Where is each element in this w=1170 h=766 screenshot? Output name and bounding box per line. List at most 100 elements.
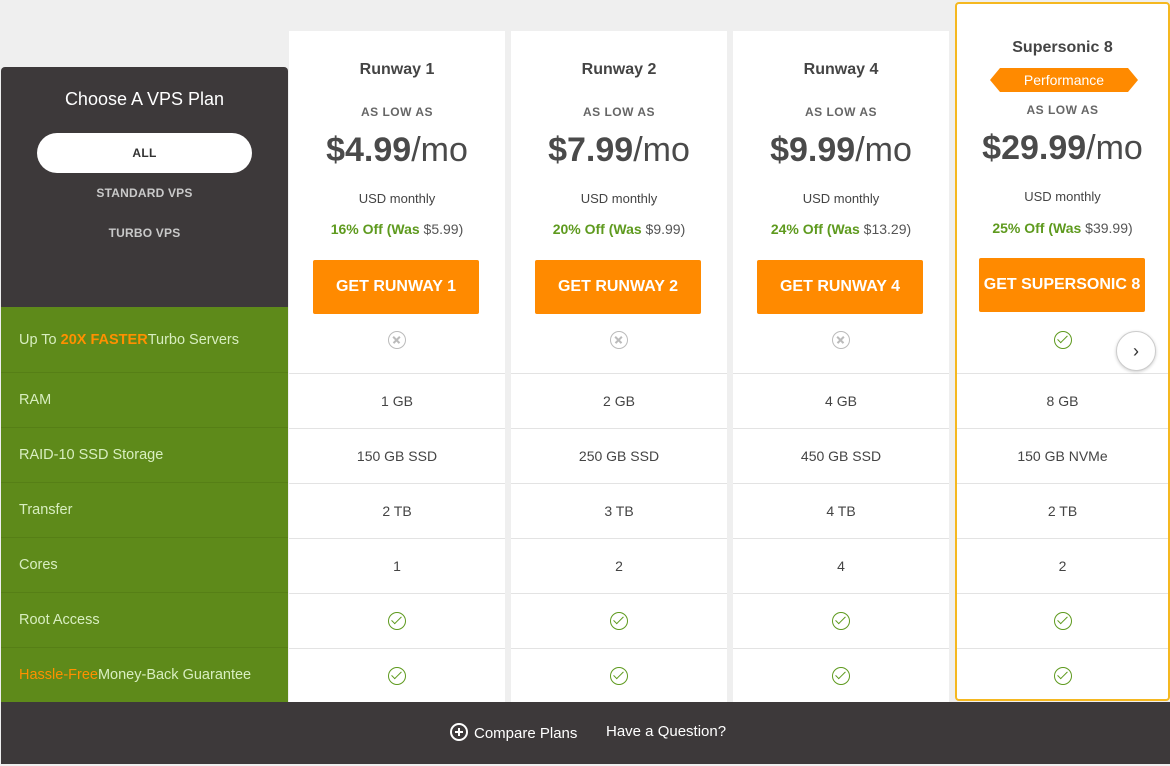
check-icon [1053,331,1072,349]
price-amount: $9.99 [770,131,856,169]
cell-cores: 1 [289,538,505,593]
feature-turbo: Up To 20X FASTER Turbo Servers [1,307,288,373]
plus-circle-icon [450,723,468,741]
vps-pricing-table: Choose A VPS Plan ALL STANDARD VPS TURBO… [0,0,1170,766]
get-plan-button[interactable]: GET RUNWAY 2 [535,260,701,314]
check-icon [388,667,406,685]
plan-column: Runway 2 AS LOW AS $7.99/mo USD monthly 20% … [511,31,727,702]
cell-transfer: 4 TB [733,483,949,538]
have-a-question-link[interactable]: Have a Question? [606,723,726,740]
discount-text: 25% Off (Was $39.99) [957,220,1168,236]
as-low-as-label: AS LOW AS [804,105,878,119]
plan-name: Runway 2 [581,61,657,78]
check-icon [832,667,850,685]
feature-text: Money-Back Guarantee [97,667,252,683]
price-amount: $7.99 [548,131,634,169]
discount-label: 25% Off (Was [992,220,1082,236]
check-icon [1053,667,1072,685]
discount-label: 24% Off (Was [770,221,860,237]
billing-note: USD monthly [358,191,436,206]
billing-note: USD monthly [802,191,880,206]
filter-all-button[interactable]: ALL [37,133,252,173]
compare-plans-label: Compare Plans [474,725,578,742]
feature-ram: RAM [1,373,288,428]
performance-badge: Performance [990,68,1138,92]
feature-text: Turbo Servers [147,331,240,348]
price-amount: $4.99 [326,131,412,169]
cell-storage: 150 GB NVMe [957,428,1168,483]
cell-cores: 2 [957,538,1168,593]
feature-highlight: 20X FASTER [60,331,148,348]
filter-standard-vps[interactable]: STANDARD VPS [1,186,288,200]
price-period: /mo [855,131,912,169]
cell-root-access [289,593,505,648]
cell-guarantee [957,648,1168,703]
plan-filter-panel: Choose A VPS Plan ALL STANDARD VPS TURBO… [1,67,288,307]
price-amount: $29.99 [982,129,1087,167]
cell-guarantee [733,648,949,703]
feature-text: Up To [19,331,57,348]
get-plan-button[interactable]: GET SUPERSONIC 8 [979,258,1145,312]
feature-storage: RAID-10 SSD Storage [1,428,288,483]
cell-storage: 450 GB SSD [733,428,949,483]
cell-root-access [957,593,1168,648]
cell-turbo [511,307,727,373]
plan-price: $29.99/mo [957,129,1168,168]
get-plan-button[interactable]: GET RUNWAY 4 [757,260,923,314]
check-icon [610,667,628,685]
plan-price: $4.99/mo [289,131,505,170]
x-icon [610,331,628,349]
plan-price: $9.99/mo [733,131,949,170]
discount-text: 20% Off (Was $9.99) [511,221,727,237]
discount-text: 24% Off (Was $13.29) [733,221,949,237]
panel-title: Choose A VPS Plan [64,89,225,109]
was-price: $39.99) [1081,220,1133,236]
compare-plans-link[interactable]: Compare Plans [450,723,577,742]
discount-label: 20% Off (Was [552,221,642,237]
cell-ram: 1 GB [289,373,505,428]
x-icon [832,331,850,349]
cell-root-access [511,593,727,648]
cell-guarantee [511,648,727,703]
feature-guarantee: Hassle-Free Money-Back Guarantee [1,648,288,703]
cell-root-access [733,593,949,648]
check-icon [1053,612,1072,630]
cell-ram: 4 GB [733,373,949,428]
cell-storage: 250 GB SSD [511,428,727,483]
price-period: /mo [1086,129,1143,167]
feature-highlight: Hassle-Free [19,667,98,683]
cell-turbo [289,307,505,373]
plan-column: Runway 4 AS LOW AS $9.99/mo USD monthly 24% … [733,31,949,702]
next-arrow-button[interactable]: › [1116,331,1156,371]
as-low-as-label: AS LOW AS [582,105,656,119]
cell-turbo [733,307,949,373]
feature-transfer: Transfer [1,483,288,538]
check-icon [388,612,406,630]
cell-ram: 2 GB [511,373,727,428]
plan-name: Supersonic 8 [1012,39,1113,56]
price-period: /mo [633,131,690,169]
plan-column: Runway 1 AS LOW AS $4.99/mo USD monthly 16% … [289,31,505,702]
cell-cores: 4 [733,538,949,593]
plan-features: 1 GB 150 GB SSD 2 TB 1 [289,307,505,703]
plan-features: 4 GB 450 GB SSD 4 TB 4 [733,307,949,703]
plan-name: Runway 4 [803,61,879,78]
as-low-as-label: AS LOW AS [360,105,434,119]
footer-bar: Compare Plans Have a Question? [1,702,1170,764]
cell-ram: 8 GB [957,373,1168,428]
was-price: $5.99) [419,221,464,237]
plan-name: Runway 1 [359,61,435,78]
billing-note: USD monthly [580,191,658,206]
feature-cores: Cores [1,538,288,593]
feature-root-access: Root Access [1,593,288,648]
discount-label: 16% Off (Was [330,221,420,237]
billing-note: USD monthly [1024,189,1101,204]
filter-turbo-vps[interactable]: TURBO VPS [1,226,288,240]
cell-cores: 2 [511,538,727,593]
plan-features: 2 GB 250 GB SSD 3 TB 2 [511,307,727,703]
plan-price: $7.99/mo [511,131,727,170]
cell-storage: 150 GB SSD [289,428,505,483]
price-period: /mo [411,131,468,169]
was-price: $9.99) [641,221,686,237]
get-plan-button[interactable]: GET RUNWAY 1 [313,260,479,314]
